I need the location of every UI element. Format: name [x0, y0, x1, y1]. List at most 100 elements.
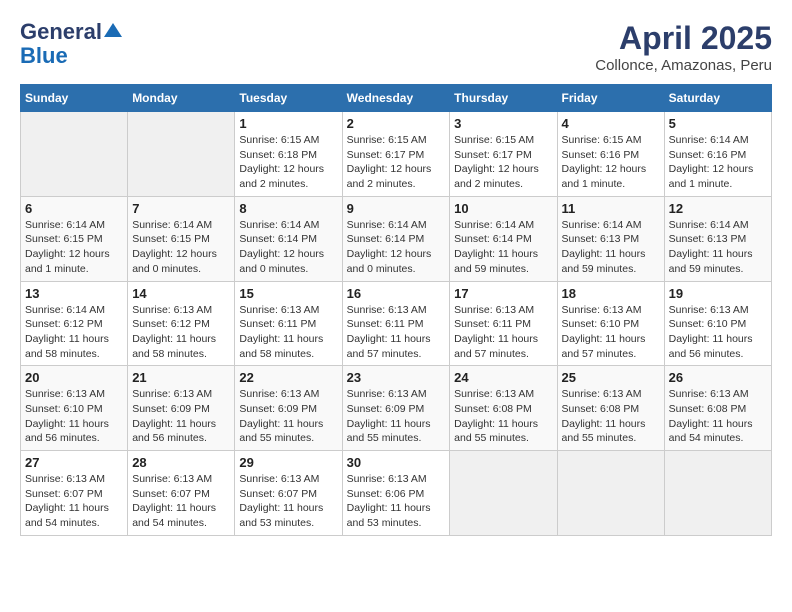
- calendar-title: April 2025: [595, 20, 772, 57]
- day-number: 6: [25, 201, 123, 216]
- day-number: 1: [239, 116, 337, 131]
- day-detail: Sunrise: 6:14 AM Sunset: 6:15 PM Dayligh…: [25, 218, 123, 277]
- calendar-cell: 18 Sunrise: 6:13 AM Sunset: 6:10 PM Dayli…: [557, 281, 664, 366]
- day-number: 14: [132, 286, 230, 301]
- calendar-cell: 7 Sunrise: 6:14 AM Sunset: 6:15 PM Daylig…: [128, 196, 235, 281]
- logo-text-blue: Blue: [20, 44, 68, 68]
- day-number: 7: [132, 201, 230, 216]
- day-detail: Sunrise: 6:13 AM Sunset: 6:08 PM Dayligh…: [454, 387, 552, 446]
- weekday-header-wednesday: Wednesday: [342, 85, 450, 112]
- day-number: 24: [454, 370, 552, 385]
- calendar-cell: 3Sunrise: 6:15 AM Sunset: 6:17 PM Daylig…: [450, 112, 557, 197]
- calendar-cell: 30Sunrise: 6:13 AM Sunset: 6:06 PM Dayli…: [342, 451, 450, 536]
- day-number: 21: [132, 370, 230, 385]
- weekday-header-thursday: Thursday: [450, 85, 557, 112]
- calendar-cell: 25Sunrise: 6:13 AM Sunset: 6:08 PM Dayli…: [557, 366, 664, 451]
- calendar-week-row: 20 Sunrise: 6:13 AM Sunset: 6:10 PM Dayli…: [21, 366, 772, 451]
- day-number: 8: [239, 201, 337, 216]
- day-number: 17: [454, 286, 552, 301]
- day-detail: Sunrise: 6:13 AM Sunset: 6:07 PM Dayligh…: [25, 472, 123, 531]
- day-detail: Sunrise: 6:13 AM Sunset: 6:12 PM Dayligh…: [132, 303, 230, 362]
- day-detail: Sunrise: 6:13 AM Sunset: 6:06 PM Dayligh…: [347, 472, 446, 531]
- weekday-header-sunday: Sunday: [21, 85, 128, 112]
- day-number: 20: [25, 370, 123, 385]
- calendar-cell: 23Sunrise: 6:13 AM Sunset: 6:09 PM Dayli…: [342, 366, 450, 451]
- calendar-cell: 4 Sunrise: 6:15 AM Sunset: 6:16 PM Daylig…: [557, 112, 664, 197]
- day-detail: Sunrise: 6:15 AM Sunset: 6:16 PM Dayligh…: [562, 133, 660, 192]
- calendar-cell: 20 Sunrise: 6:13 AM Sunset: 6:10 PM Dayli…: [21, 366, 128, 451]
- day-detail: Sunrise: 6:13 AM Sunset: 6:07 PM Dayligh…: [132, 472, 230, 531]
- calendar-cell: [21, 112, 128, 197]
- day-detail: Sunrise: 6:14 AM Sunset: 6:16 PM Dayligh…: [669, 133, 767, 192]
- calendar-subtitle: Collonce, Amazonas, Peru: [595, 57, 772, 74]
- day-number: 10: [454, 201, 552, 216]
- weekday-header-tuesday: Tuesday: [235, 85, 342, 112]
- logo-text-general: General: [20, 20, 102, 44]
- calendar-cell: 19 Sunrise: 6:13 AM Sunset: 6:10 PM Dayli…: [664, 281, 771, 366]
- day-number: 19: [669, 286, 767, 301]
- calendar-cell: 11 Sunrise: 6:14 AM Sunset: 6:13 PM Dayli…: [557, 196, 664, 281]
- calendar-cell: 24 Sunrise: 6:13 AM Sunset: 6:08 PM Dayli…: [450, 366, 557, 451]
- day-detail: Sunrise: 6:14 AM Sunset: 6:15 PM Dayligh…: [132, 218, 230, 277]
- calendar-cell: 9 Sunrise: 6:14 AM Sunset: 6:14 PM Daylig…: [342, 196, 450, 281]
- weekday-header-monday: Monday: [128, 85, 235, 112]
- calendar-table: SundayMondayTuesdayWednesdayThursdayFrid…: [20, 84, 772, 536]
- calendar-cell: 21 Sunrise: 6:13 AM Sunset: 6:09 PM Dayli…: [128, 366, 235, 451]
- calendar-cell: 10 Sunrise: 6:14 AM Sunset: 6:14 PM Dayli…: [450, 196, 557, 281]
- day-detail: Sunrise: 6:13 AM Sunset: 6:10 PM Dayligh…: [25, 387, 123, 446]
- calendar-cell: 12 Sunrise: 6:14 AM Sunset: 6:13 PM Dayli…: [664, 196, 771, 281]
- day-detail: Sunrise: 6:14 AM Sunset: 6:13 PM Dayligh…: [562, 218, 660, 277]
- day-number: 13: [25, 286, 123, 301]
- calendar-cell: 14 Sunrise: 6:13 AM Sunset: 6:12 PM Dayli…: [128, 281, 235, 366]
- calendar-cell: 26Sunrise: 6:13 AM Sunset: 6:08 PM Dayli…: [664, 366, 771, 451]
- day-detail: Sunrise: 6:15 AM Sunset: 6:17 PM Dayligh…: [347, 133, 446, 192]
- day-number: 18: [562, 286, 660, 301]
- calendar-cell: 15 Sunrise: 6:13 AM Sunset: 6:11 PM Dayli…: [235, 281, 342, 366]
- day-number: 9: [347, 201, 446, 216]
- day-detail: Sunrise: 6:14 AM Sunset: 6:14 PM Dayligh…: [239, 218, 337, 277]
- day-detail: Sunrise: 6:13 AM Sunset: 6:08 PM Dayligh…: [562, 387, 660, 446]
- day-detail: Sunrise: 6:14 AM Sunset: 6:14 PM Dayligh…: [347, 218, 446, 277]
- day-detail: Sunrise: 6:13 AM Sunset: 6:09 PM Dayligh…: [347, 387, 446, 446]
- day-detail: Sunrise: 6:14 AM Sunset: 6:14 PM Dayligh…: [454, 218, 552, 277]
- weekday-header-row: SundayMondayTuesdayWednesdayThursdayFrid…: [21, 85, 772, 112]
- day-number: 27: [25, 455, 123, 470]
- calendar-week-row: 6 Sunrise: 6:14 AM Sunset: 6:15 PM Daylig…: [21, 196, 772, 281]
- day-number: 16: [347, 286, 446, 301]
- day-detail: Sunrise: 6:13 AM Sunset: 6:07 PM Dayligh…: [239, 472, 337, 531]
- calendar-cell: 8 Sunrise: 6:14 AM Sunset: 6:14 PM Daylig…: [235, 196, 342, 281]
- calendar-cell: [664, 451, 771, 536]
- day-number: 4: [562, 116, 660, 131]
- day-detail: Sunrise: 6:13 AM Sunset: 6:10 PM Dayligh…: [669, 303, 767, 362]
- logo-icon: [104, 21, 122, 39]
- calendar-week-row: 27 Sunrise: 6:13 AM Sunset: 6:07 PM Dayli…: [21, 451, 772, 536]
- day-detail: Sunrise: 6:15 AM Sunset: 6:17 PM Dayligh…: [454, 133, 552, 192]
- weekday-header-saturday: Saturday: [664, 85, 771, 112]
- calendar-cell: 28Sunrise: 6:13 AM Sunset: 6:07 PM Dayli…: [128, 451, 235, 536]
- day-detail: Sunrise: 6:13 AM Sunset: 6:10 PM Dayligh…: [562, 303, 660, 362]
- weekday-header-friday: Friday: [557, 85, 664, 112]
- calendar-cell: 6 Sunrise: 6:14 AM Sunset: 6:15 PM Daylig…: [21, 196, 128, 281]
- day-number: 12: [669, 201, 767, 216]
- calendar-cell: 5Sunrise: 6:14 AM Sunset: 6:16 PM Daylig…: [664, 112, 771, 197]
- day-number: 15: [239, 286, 337, 301]
- day-number: 29: [239, 455, 337, 470]
- calendar-week-row: 13 Sunrise: 6:14 AM Sunset: 6:12 PM Dayli…: [21, 281, 772, 366]
- day-detail: Sunrise: 6:14 AM Sunset: 6:12 PM Dayligh…: [25, 303, 123, 362]
- calendar-cell: 17 Sunrise: 6:13 AM Sunset: 6:11 PM Dayli…: [450, 281, 557, 366]
- calendar-cell: 2Sunrise: 6:15 AM Sunset: 6:17 PM Daylig…: [342, 112, 450, 197]
- day-detail: Sunrise: 6:13 AM Sunset: 6:08 PM Dayligh…: [669, 387, 767, 446]
- calendar-week-row: 1Sunrise: 6:15 AM Sunset: 6:18 PM Daylig…: [21, 112, 772, 197]
- day-detail: Sunrise: 6:13 AM Sunset: 6:09 PM Dayligh…: [132, 387, 230, 446]
- day-number: 22: [239, 370, 337, 385]
- day-number: 11: [562, 201, 660, 216]
- day-detail: Sunrise: 6:13 AM Sunset: 6:11 PM Dayligh…: [454, 303, 552, 362]
- calendar-cell: 1Sunrise: 6:15 AM Sunset: 6:18 PM Daylig…: [235, 112, 342, 197]
- day-detail: Sunrise: 6:13 AM Sunset: 6:09 PM Dayligh…: [239, 387, 337, 446]
- logo: General Blue: [20, 20, 122, 68]
- day-detail: Sunrise: 6:14 AM Sunset: 6:13 PM Dayligh…: [669, 218, 767, 277]
- calendar-cell: 13 Sunrise: 6:14 AM Sunset: 6:12 PM Dayli…: [21, 281, 128, 366]
- day-detail: Sunrise: 6:13 AM Sunset: 6:11 PM Dayligh…: [347, 303, 446, 362]
- calendar-cell: 27 Sunrise: 6:13 AM Sunset: 6:07 PM Dayli…: [21, 451, 128, 536]
- day-detail: Sunrise: 6:13 AM Sunset: 6:11 PM Dayligh…: [239, 303, 337, 362]
